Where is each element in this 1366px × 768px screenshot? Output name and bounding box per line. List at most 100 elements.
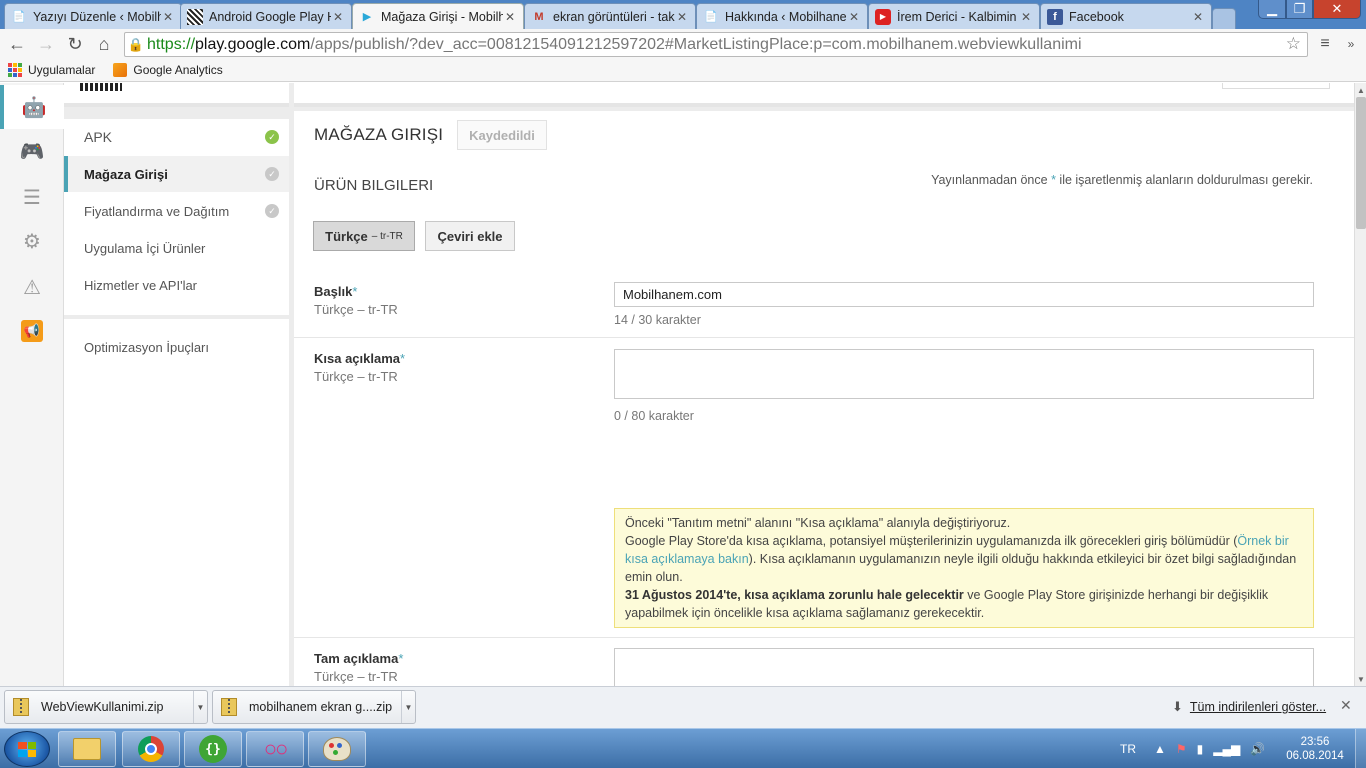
close-tab-icon[interactable]: ✕ [161, 10, 175, 24]
menu-item-in-app-products[interactable]: Uygulama İçi Ürünler [64, 230, 289, 266]
add-translation-button[interactable]: Çeviri ekle [425, 221, 515, 251]
language-button-turkish[interactable]: Türkçe – tr-TR [313, 221, 415, 251]
close-tab-icon[interactable]: ✕ [847, 10, 861, 24]
power-icon[interactable]: ▮ [1197, 742, 1204, 756]
notice-paragraph: Google Play Store'da kısa açıklama, pota… [625, 532, 1303, 586]
analytics-icon [113, 63, 128, 77]
minimize-button[interactable]: ▁ [1258, 0, 1286, 19]
megaphone-icon[interactable]: 📢 [0, 309, 64, 353]
bookmark-label: Google Analytics [133, 63, 223, 77]
play-console-page: 🤖 🎮 ☰ ⚙ ⚠ 📢 APK ✓ Mağaza Girişi ✓ Fiyatl… [0, 83, 1366, 686]
forward-arrow-icon[interactable]: → [35, 33, 57, 55]
scroll-down-icon[interactable]: ▼ [1355, 672, 1366, 686]
paint-palette-icon [323, 737, 351, 761]
address-bar[interactable]: 🔒 https://play.google.com/apps/publish/?… [124, 32, 1308, 57]
browser-tab[interactable]: M ekran görüntüleri - tak ✕ [524, 3, 696, 29]
chevron-down-icon[interactable]: ▼ [401, 691, 415, 723]
scroll-up-icon[interactable]: ▲ [1355, 83, 1366, 97]
menu-item-apk[interactable]: APK ✓ [64, 119, 289, 155]
tab-title: ekran görüntüleri - tak [553, 9, 675, 24]
taskbar-app[interactable]: ○○ [246, 731, 304, 767]
chrome-menu-icon[interactable]: ≡ [1314, 33, 1336, 55]
header-button[interactable] [1222, 83, 1330, 89]
android-icon[interactable]: 🤖 [0, 85, 64, 129]
browser-tab[interactable]: 📄 Yazıyı Düzenle ‹ Mobilhanem ✕ [4, 3, 182, 29]
close-tab-icon[interactable]: ✕ [675, 10, 689, 24]
show-desktop-button[interactable] [1355, 729, 1366, 768]
bookmark-google-analytics[interactable]: Google Analytics [113, 63, 223, 77]
page-icon: 📄 [704, 11, 718, 23]
scroll-thumb[interactable] [1356, 97, 1366, 229]
chevron-down-icon[interactable]: ▼ [193, 691, 207, 723]
menu-item-label: Mağaza Girişi [84, 166, 168, 182]
app-header-strip [64, 83, 289, 107]
taskbar-editor[interactable]: {} [184, 731, 242, 767]
downloads-shelf: WebViewKullanimi.zip ▼ mobilhanem ekran … [0, 686, 1366, 728]
download-item[interactable]: WebViewKullanimi.zip ▼ [4, 690, 208, 724]
close-window-button[interactable]: ✕ [1313, 0, 1361, 19]
close-shelf-icon[interactable]: ✕ [1340, 697, 1352, 714]
show-hidden-icons-icon[interactable]: ▲ [1154, 742, 1166, 756]
taskbar-chrome[interactable] [122, 731, 180, 767]
settings-gear-icon[interactable]: ⚙ [0, 219, 64, 263]
chrome-icon [138, 736, 164, 762]
taskbar-explorer[interactable] [58, 731, 116, 767]
clock[interactable]: 23:56 06.08.2014 [1284, 735, 1346, 763]
field-label-text: Tam açıklama [314, 651, 399, 666]
browser-tab[interactable]: Android Google Play Hizmetleri ✕ [180, 3, 352, 29]
app-icon [80, 83, 122, 91]
notice-text: Google Play Store'da kısa açıklama, pota… [625, 534, 1238, 548]
full-description-language: Türkçe – tr-TR [314, 669, 398, 684]
extension-icon[interactable]: » [1340, 33, 1362, 55]
browser-tab-active[interactable]: ▶ Mağaza Girişi - Mobilhanem ✕ [352, 3, 524, 29]
tab-title: Facebook [1069, 9, 1124, 24]
volume-icon[interactable]: 🔊 [1250, 742, 1265, 756]
title-field-language: Türkçe – tr-TR [314, 302, 398, 317]
short-description-char-counter: 0 / 80 karakter [614, 409, 694, 423]
browser-tab[interactable]: 📄 Hakkında ‹ Mobilhanem ✕ [696, 3, 868, 29]
browser-tab[interactable]: ▶ İrem Derici - Kalbimin ✕ [868, 3, 1040, 29]
tab-strip: 📄 Yazıyı Düzenle ‹ Mobilhanem ✕ Android … [0, 0, 1366, 29]
download-item[interactable]: mobilhanem ekran g....zip ▼ [212, 690, 416, 724]
system-tray: TR ▲ ⚑ ▮ ▂▄▆ 🔊 [1120, 729, 1275, 768]
full-description-input[interactable] [614, 648, 1314, 686]
close-tab-icon[interactable]: ✕ [331, 10, 345, 24]
tab-title: Hakkında ‹ Mobilhanem [725, 9, 847, 24]
browser-tab[interactable]: f Facebook ✕ [1040, 3, 1212, 29]
zip-file-icon [13, 698, 29, 716]
warning-icon[interactable]: ⚠ [0, 265, 64, 309]
page-scrollbar[interactable]: ▲ ▼ [1354, 83, 1366, 686]
taskbar-paint[interactable] [308, 731, 366, 767]
bookmark-apps[interactable]: Uygulamalar [8, 63, 95, 77]
close-tab-icon[interactable]: ✕ [1191, 10, 1205, 24]
menu-item-store-listing[interactable]: Mağaza Girişi ✓ [64, 156, 289, 192]
windows-logo-icon [18, 742, 36, 757]
reload-icon[interactable]: ↻ [64, 33, 86, 55]
action-center-icon[interactable]: ⚑ [1176, 742, 1187, 756]
home-icon[interactable]: ⌂ [93, 33, 115, 55]
input-language[interactable]: TR [1120, 742, 1136, 756]
menu-item-services-apis[interactable]: Hizmetler ve API'lar [64, 267, 289, 303]
menu-item-label: Fiyatlandırma ve Dağıtım [84, 203, 230, 219]
maximize-button[interactable]: ❐ [1286, 0, 1313, 19]
signal-icon[interactable]: ▂▄▆ [1213, 742, 1240, 756]
menu-item-optimization-tips[interactable]: Optimizasyon İpuçları [64, 329, 289, 365]
bookmark-star-icon[interactable]: ☆ [1286, 34, 1301, 54]
saved-button[interactable]: Kaydedildi [457, 120, 547, 150]
check-pending-icon: ✓ [265, 167, 279, 181]
field-label-text: Başlık [314, 284, 353, 299]
short-description-input[interactable] [614, 349, 1314, 399]
facebook-icon: f [1047, 8, 1063, 25]
title-input[interactable]: Mobilhanem.com [614, 282, 1314, 307]
menu-item-pricing[interactable]: Fiyatlandırma ve Dağıtım ✓ [64, 193, 289, 229]
new-tab-button[interactable] [1212, 8, 1236, 29]
back-arrow-icon[interactable]: ← [6, 33, 28, 55]
close-tab-icon[interactable]: ✕ [1019, 10, 1033, 24]
required-note-text: Yayınlanmadan önce [931, 173, 1052, 187]
start-button[interactable] [4, 731, 50, 767]
database-icon[interactable]: ☰ [0, 175, 64, 219]
close-tab-icon[interactable]: ✕ [503, 10, 517, 24]
gamepad-icon[interactable]: 🎮 [0, 129, 64, 173]
short-description-language: Türkçe – tr-TR [314, 369, 398, 384]
show-all-downloads-link[interactable]: ⬇ Tüm indirilenleri göster... [1172, 699, 1326, 715]
